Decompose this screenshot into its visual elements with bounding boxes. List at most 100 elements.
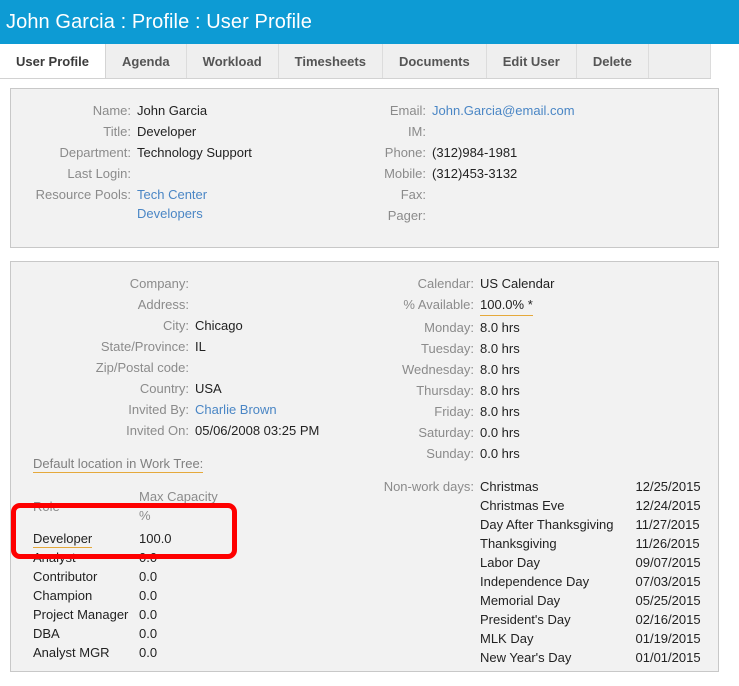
non-work-day-row: MLK Day 01/19/2015 bbox=[480, 629, 718, 648]
tab-timesheets[interactable]: Timesheets bbox=[278, 44, 383, 78]
tab-documents[interactable]: Documents bbox=[382, 44, 487, 78]
non-work-days-section: Non-work days: Christmas 12/25/2015 Christ… bbox=[374, 477, 718, 667]
tab-bar-filler bbox=[648, 44, 711, 78]
non-work-day-date: 07/03/2015 bbox=[635, 574, 701, 589]
field-label-monday: Monday: bbox=[424, 320, 474, 335]
resource-pool-link[interactable]: Developers bbox=[137, 204, 207, 223]
field-label-available: % Available: bbox=[403, 297, 474, 312]
work-tree-label: Default location in Work Tree: bbox=[33, 456, 204, 473]
field-row-country: Country: USA bbox=[19, 379, 374, 398]
field-label-mobile: Mobile: bbox=[384, 166, 426, 181]
details-left-column: Company: Address: City: Chicago State/Provin… bbox=[11, 262, 374, 667]
non-work-day-name: Labor Day bbox=[480, 555, 540, 570]
field-label-sunday: Sunday: bbox=[426, 446, 474, 461]
contact-left-column: Name: John Garcia Title: Developer Departmen… bbox=[11, 89, 374, 227]
field-label-email: Email: bbox=[389, 103, 426, 118]
field-value-email[interactable]: John.Garcia@email.com bbox=[432, 101, 575, 120]
field-value-wednesday: 8.0 hrs bbox=[480, 362, 520, 377]
address-fields: Company: Address: City: Chicago State/Provin… bbox=[19, 274, 374, 440]
role-name-cell: Analyst bbox=[33, 548, 139, 567]
role-name-cell: Analyst MGR bbox=[33, 643, 139, 662]
contact-right-fields: Email: John.Garcia@email.com IM: Phone: (312… bbox=[374, 101, 718, 225]
non-work-day-row: Day After Thanksgiving 11/27/2015 bbox=[480, 515, 718, 534]
role-name: Developer bbox=[33, 531, 93, 548]
tab-agenda[interactable]: Agenda bbox=[105, 44, 187, 78]
role-name-cell: Contributor bbox=[33, 567, 139, 586]
field-value-saturday: 0.0 hrs bbox=[480, 425, 520, 440]
field-label-state-province: State/Province: bbox=[100, 339, 189, 354]
non-work-day-name: Memorial Day bbox=[480, 593, 561, 608]
non-work-day-name: Thanksgiving bbox=[480, 536, 557, 551]
resource-pool-link[interactable]: Tech Center bbox=[137, 185, 207, 204]
tab-workload[interactable]: Workload bbox=[186, 44, 279, 78]
non-work-day-date: 09/07/2015 bbox=[635, 555, 701, 570]
field-value-calendar: US Calendar bbox=[480, 276, 555, 291]
non-work-days-label: Non-work days: bbox=[383, 479, 474, 494]
contact-info-panel: Name: John Garcia Title: Developer Departmen… bbox=[10, 88, 719, 248]
field-row-saturday: Saturday: 0.0 hrs bbox=[374, 423, 718, 442]
field-value-mobile: (312)453-3132 bbox=[432, 166, 518, 181]
field-value-title: Developer bbox=[137, 124, 197, 139]
field-value-tuesday: 8.0 hrs bbox=[480, 341, 520, 356]
role-name: Analyst bbox=[33, 550, 76, 565]
role-table-row: Analyst MGR 0.0 bbox=[33, 643, 219, 662]
non-work-day-name: Independence Day bbox=[480, 574, 590, 589]
page-title: John Garcia : Profile : User Profile bbox=[6, 10, 312, 33]
tab-label: Edit User bbox=[502, 53, 560, 69]
non-work-day-row: President's Day 02/16/2015 bbox=[480, 610, 718, 629]
field-value-friday: 8.0 hrs bbox=[480, 404, 520, 419]
non-work-day-row: New Year's Day 01/01/2015 bbox=[480, 648, 718, 667]
field-value-department: Technology Support bbox=[137, 145, 252, 160]
field-label-invited-on: Invited On: bbox=[126, 423, 189, 438]
role-name: DBA bbox=[33, 626, 60, 641]
field-row-last-login: Last Login: bbox=[19, 164, 374, 183]
role-capacity-cell: 0.0 bbox=[139, 569, 158, 584]
non-work-day-date: 02/16/2015 bbox=[635, 612, 701, 627]
field-label-fax: Fax: bbox=[400, 187, 426, 202]
field-value-invited-by[interactable]: Charlie Brown bbox=[195, 400, 277, 419]
field-row-im: IM: bbox=[374, 122, 718, 141]
field-label-calendar: Calendar: bbox=[417, 276, 474, 291]
field-row-invited-on: Invited On: 05/06/2008 03:25 PM bbox=[19, 421, 374, 440]
tab-delete[interactable]: Delete bbox=[576, 44, 649, 78]
resource-pools-list: Tech Center Developers bbox=[137, 185, 207, 223]
details-panel: Company: Address: City: Chicago State/Provin… bbox=[10, 261, 719, 672]
field-label-city: City: bbox=[163, 318, 189, 333]
field-label-tuesday: Tuesday: bbox=[421, 341, 474, 356]
role-name-cell: Champion bbox=[33, 586, 139, 605]
field-value-sunday: 0.0 hrs bbox=[480, 446, 520, 461]
non-work-day-date: 11/26/2015 bbox=[635, 536, 700, 551]
field-value-phone: (312)984-1981 bbox=[432, 145, 518, 160]
tab-label: Delete bbox=[592, 53, 632, 69]
field-row-state-province: State/Province: IL bbox=[19, 337, 374, 356]
role-table-head: Role Max Capacity % bbox=[33, 487, 219, 529]
field-row-monday: Monday: 8.0 hrs bbox=[374, 318, 718, 337]
non-work-day-name: New Year's Day bbox=[480, 650, 572, 665]
field-value-country: USA bbox=[195, 381, 222, 396]
field-row-city: City: Chicago bbox=[19, 316, 374, 335]
role-name: Project Manager bbox=[33, 607, 129, 622]
field-row-email: Email: John.Garcia@email.com bbox=[374, 101, 718, 120]
tab-edit-user[interactable]: Edit User bbox=[486, 44, 577, 78]
details-columns: Company: Address: City: Chicago State/Provin… bbox=[11, 262, 718, 667]
role-table-header-row: Role Max Capacity % bbox=[33, 487, 219, 529]
field-value-state-province: IL bbox=[195, 339, 206, 354]
non-work-day-row: Christmas 12/25/2015 bbox=[480, 477, 718, 496]
non-work-day-row: Independence Day 07/03/2015 bbox=[480, 572, 718, 591]
role-capacity-cell: 0.0 bbox=[139, 550, 158, 565]
field-value-monday: 8.0 hrs bbox=[480, 320, 520, 335]
field-row-tuesday: Tuesday: 8.0 hrs bbox=[374, 339, 718, 358]
tab-label: Agenda bbox=[121, 53, 170, 69]
tab-user-profile[interactable]: User Profile bbox=[0, 44, 106, 78]
role-capacity-cell: 100.0 bbox=[139, 531, 172, 546]
non-work-day-date: 12/24/2015 bbox=[635, 498, 701, 513]
calendar-fields: Calendar: US Calendar % Available: 100.0% *… bbox=[374, 274, 718, 463]
role-name: Analyst MGR bbox=[33, 645, 110, 660]
field-label-department: Department: bbox=[59, 145, 131, 160]
field-row-phone: Phone: (312)984-1981 bbox=[374, 143, 718, 162]
non-work-day-row: Memorial Day 05/25/2015 bbox=[480, 591, 718, 610]
field-value-invited-on: 05/06/2008 03:25 PM bbox=[195, 423, 320, 438]
field-row-mobile: Mobile: (312)453-3132 bbox=[374, 164, 718, 183]
role-capacity-cell: 0.0 bbox=[139, 626, 158, 641]
field-row-pager: Pager: bbox=[374, 206, 718, 225]
